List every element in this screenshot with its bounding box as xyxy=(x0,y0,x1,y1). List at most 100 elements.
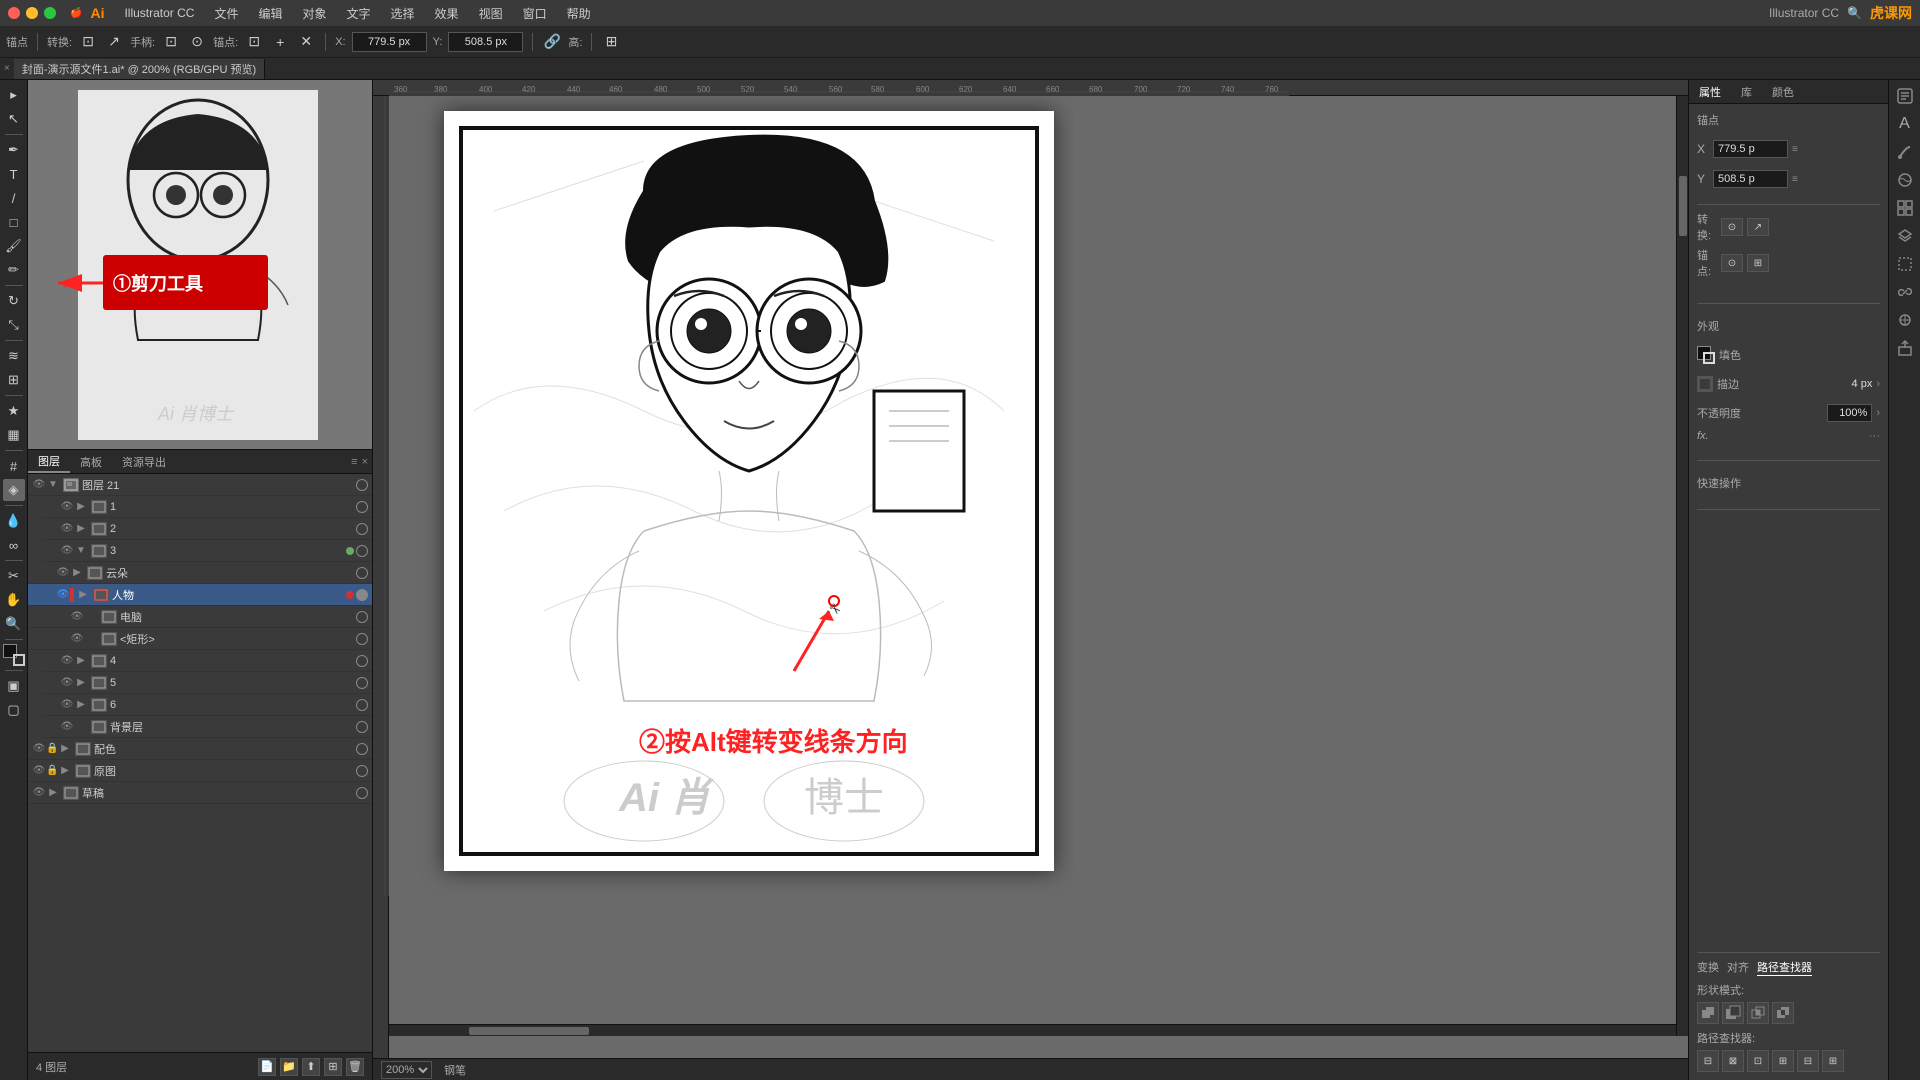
vis-5[interactable]: 👁 xyxy=(60,676,74,690)
fill-stroke-tool[interactable] xyxy=(3,644,25,666)
hand-icon1[interactable]: ⊡ xyxy=(161,32,181,52)
warp-tool[interactable]: ≋ xyxy=(3,345,25,367)
direct-select-tool[interactable]: ↖ xyxy=(3,108,25,130)
layers-menu-icon[interactable]: ≡ xyxy=(351,456,357,468)
canvas-view[interactable]: Ai 肖 博士 ②按Alt键转变线条方向 ✂ xyxy=(389,96,1688,1058)
gradient-tool[interactable]: ◈ xyxy=(3,479,25,501)
layer-item-yuan[interactable]: 👁 🔒 ▶ 原图 xyxy=(28,760,372,782)
expand-cloud[interactable]: ▶ xyxy=(70,567,84,578)
pf-outline-btn[interactable]: ⊞ xyxy=(1772,1050,1794,1072)
tab-close-btn[interactable]: × xyxy=(0,63,14,74)
tab-properties[interactable]: 属性 xyxy=(1689,82,1731,102)
layer-item-computer[interactable]: 👁 电脑 xyxy=(28,606,372,628)
screen-mode[interactable]: ▢ xyxy=(3,699,25,721)
nav-symbol-icon[interactable] xyxy=(1893,308,1917,332)
expand-5[interactable]: ▶ xyxy=(74,677,88,688)
vis-yuan[interactable]: 👁 xyxy=(32,764,46,778)
layer-item-person[interactable]: 👁 ▶ 人物 xyxy=(28,584,372,606)
layer-item-bg[interactable]: 👁 背景层 xyxy=(42,716,372,738)
tab-library[interactable]: 库 xyxy=(1731,82,1762,102)
transform-icon1[interactable]: ⊡ xyxy=(78,32,98,52)
move-layer-btn[interactable]: ⬆ xyxy=(302,1058,320,1076)
scissors-tool[interactable]: ✂ xyxy=(3,565,25,587)
layer-item-pei[interactable]: 👁 🔒 ▶ 配色 xyxy=(28,738,372,760)
shape-minus-btn[interactable] xyxy=(1722,1002,1744,1024)
layer-item-cao[interactable]: 👁 ▶ 草稿 xyxy=(28,782,372,804)
menu-effect[interactable]: 效果 xyxy=(427,3,467,24)
tab-layers[interactable]: 图层 xyxy=(28,451,70,473)
menu-window[interactable]: 窗口 xyxy=(515,3,555,24)
active-tab[interactable]: 封面-演示源文件1.ai* @ 200% (RGB/GPU 预览) xyxy=(14,59,265,79)
eyedropper-tool[interactable]: 💧 xyxy=(3,510,25,532)
paintbrush-tool[interactable]: 🖌 xyxy=(3,235,25,257)
extra-icon[interactable]: ⊞ xyxy=(601,32,621,52)
vis-2[interactable]: 👁 xyxy=(60,522,74,536)
expand-person[interactable]: ▶ xyxy=(76,589,90,600)
transform-icon2[interactable]: ↗ xyxy=(104,32,124,52)
y-prop-input[interactable] xyxy=(1713,170,1788,188)
transform-btn1[interactable]: ⊙ xyxy=(1721,218,1743,236)
vis-person[interactable]: 👁 xyxy=(56,588,70,602)
search-icon[interactable]: 🔍 xyxy=(1847,6,1862,20)
canvas-scrollbar-h[interactable] xyxy=(389,1024,1676,1036)
opacity-expand-icon[interactable]: › xyxy=(1876,407,1880,419)
column-graph-tool[interactable]: ▦ xyxy=(3,424,25,446)
merge-btn[interactable]: ⊞ xyxy=(324,1058,342,1076)
layer-item-1[interactable]: 👁 ▶ 1 xyxy=(42,496,372,518)
nav-artboard-icon[interactable] xyxy=(1893,252,1917,276)
pencil-tool[interactable]: ✏ xyxy=(3,259,25,281)
y-input[interactable] xyxy=(448,32,523,52)
vis-4[interactable]: 👁 xyxy=(60,654,74,668)
expand-cao[interactable]: ▶ xyxy=(46,787,60,798)
blend-tool[interactable]: ∞ xyxy=(3,534,25,556)
x-input[interactable] xyxy=(352,32,427,52)
shape-intersect-btn[interactable] xyxy=(1747,1002,1769,1024)
x-prop-input[interactable] xyxy=(1713,140,1788,158)
fill-swatch-container[interactable] xyxy=(1697,346,1715,364)
expand-1[interactable]: ▶ xyxy=(74,501,88,512)
type-tool[interactable]: T xyxy=(3,163,25,185)
menu-view[interactable]: 视图 xyxy=(471,3,511,24)
nav-brush-icon[interactable] xyxy=(1893,140,1917,164)
hand-icon2[interactable]: ⊙ xyxy=(187,32,207,52)
nav-grid-icon[interactable] xyxy=(1893,196,1917,220)
menu-help[interactable]: 帮助 xyxy=(559,3,599,24)
pf-crop-btn[interactable]: ⊡ xyxy=(1747,1050,1769,1072)
anchor-icon2[interactable]: + xyxy=(270,32,290,52)
pf-minus-back-btn[interactable]: ⊟ xyxy=(1797,1050,1819,1072)
vis-1[interactable]: 👁 xyxy=(60,500,74,514)
nav-layers-icon[interactable] xyxy=(1893,224,1917,248)
line-tool[interactable]: / xyxy=(3,187,25,209)
pf-merge-btn[interactable]: ⊠ xyxy=(1722,1050,1744,1072)
scale-tool[interactable]: ⤡ xyxy=(3,314,25,336)
menu-text[interactable]: 文字 xyxy=(339,3,379,24)
expand-4[interactable]: ▶ xyxy=(74,655,88,666)
vis-bg[interactable]: 👁 xyxy=(60,720,74,734)
mac-close-btn[interactable] xyxy=(8,7,20,19)
menu-edit[interactable]: 编辑 xyxy=(250,3,290,24)
nav-circle-icon[interactable] xyxy=(1893,168,1917,192)
tab-pathfinder-bottom[interactable]: 路径查找器 xyxy=(1757,959,1812,976)
layer-item-6[interactable]: 👁 ▶ 6 xyxy=(42,694,372,716)
chain-icon[interactable]: 🔗 xyxy=(542,32,562,52)
free-transform-tool[interactable]: ⊞ xyxy=(3,369,25,391)
expand-3[interactable]: ▼ xyxy=(74,545,88,556)
tab-transform-bottom[interactable]: 变换 xyxy=(1697,959,1719,976)
vis-6[interactable]: 👁 xyxy=(60,698,74,712)
stroke-expand-icon[interactable]: › xyxy=(1876,378,1880,390)
opacity-input[interactable] xyxy=(1827,404,1872,422)
canvas-scrollbar-v[interactable] xyxy=(1676,96,1688,1036)
menu-select[interactable]: 选择 xyxy=(383,3,423,24)
vis-21[interactable]: 👁 xyxy=(32,478,46,492)
layer-item-21[interactable]: 👁 ▼ 图层 21 xyxy=(28,474,372,496)
mac-min-btn[interactable] xyxy=(26,7,38,19)
vis-cao[interactable]: 👁 xyxy=(32,786,46,800)
shape-exclude-btn[interactable] xyxy=(1772,1002,1794,1024)
mac-max-btn[interactable] xyxy=(44,7,56,19)
rotate-tool[interactable]: ↻ xyxy=(3,290,25,312)
layer-item-rect[interactable]: 👁 <矩形> xyxy=(28,628,372,650)
rect-tool[interactable]: □ xyxy=(3,211,25,233)
tab-align-bottom[interactable]: 对齐 xyxy=(1727,959,1749,976)
menu-object[interactable]: 对象 xyxy=(295,3,335,24)
nav-properties-icon[interactable] xyxy=(1893,84,1917,108)
